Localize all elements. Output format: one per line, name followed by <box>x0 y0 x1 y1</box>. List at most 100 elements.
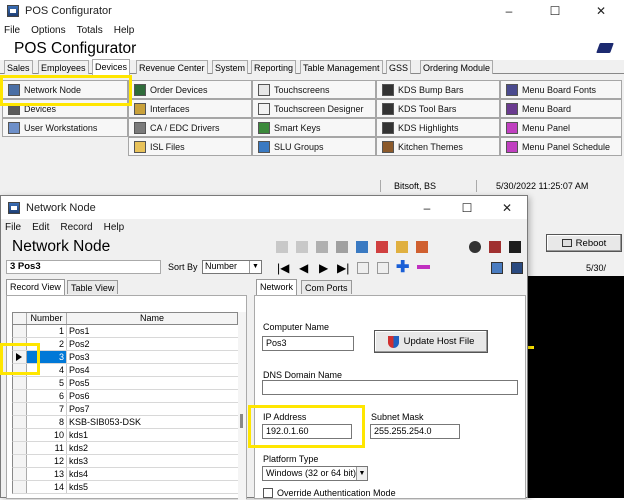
touchscreens-button[interactable]: Touchscreens <box>252 80 376 99</box>
menu-panel-button[interactable]: Menu Panel <box>500 118 622 137</box>
order-devices-button[interactable]: Order Devices <box>128 80 252 99</box>
scrollbar-thumb[interactable] <box>240 414 243 428</box>
tab-system[interactable]: System <box>212 60 249 74</box>
kds-tool-bars-button[interactable]: KDS Tool Bars <box>376 99 500 118</box>
list-scrollbar[interactable] <box>238 312 246 500</box>
table-row[interactable]: 5 Pos5 <box>12 377 238 390</box>
clipboard-icon[interactable] <box>396 241 408 253</box>
status-user: Bitsoft, BS <box>394 181 437 191</box>
override-authentication-checkbox[interactable] <box>263 488 273 498</box>
next-record-button[interactable]: ▶ <box>319 261 328 275</box>
tab-devices[interactable]: Devices <box>92 59 131 75</box>
tools-icon[interactable] <box>416 241 428 253</box>
app-icon <box>8 201 20 214</box>
smart-keys-button[interactable]: Smart Keys <box>252 118 376 137</box>
sort-by-select[interactable]: Number ▼ <box>202 260 262 274</box>
menu-record[interactable]: Record <box>60 222 92 233</box>
menu-panel-icon <box>506 121 518 134</box>
add-record-icon[interactable]: ✚ <box>396 257 409 277</box>
tab-sales[interactable]: Sales <box>4 60 33 74</box>
tab-com-ports[interactable]: Com Ports <box>301 280 352 294</box>
copy-record-icon[interactable] <box>296 241 308 253</box>
kds-bump-bars-button[interactable]: KDS Bump Bars <box>376 80 500 99</box>
close-button[interactable]: ✕ <box>487 201 527 215</box>
table-row[interactable]: 3 Pos3 <box>12 351 238 364</box>
table-row[interactable]: 12 kds3 <box>12 455 238 468</box>
ca-edc-drivers-button[interactable]: CA / EDC Drivers <box>128 118 252 137</box>
printer-icon[interactable] <box>596 43 614 53</box>
table-row[interactable]: 1 Pos1 <box>12 325 238 338</box>
close-button[interactable]: ✕ <box>578 4 624 18</box>
tab-table-view[interactable]: Table View <box>67 280 119 294</box>
kds-highlights-button[interactable]: KDS Highlights <box>376 118 500 137</box>
table-row[interactable]: 11 kds2 <box>12 442 238 455</box>
cell-name: Pos7 <box>69 404 90 414</box>
delete-icon[interactable] <box>336 241 348 253</box>
network-icon[interactable] <box>511 262 523 274</box>
menu-board-button[interactable]: Menu Board <box>500 99 622 118</box>
cell-number: 13 <box>27 468 67 480</box>
import-icon[interactable] <box>376 241 388 253</box>
menu-panel-schedule-button[interactable]: Menu Panel Schedule <box>500 137 622 156</box>
maximize-button[interactable]: ☐ <box>532 4 578 18</box>
column-header-name[interactable]: Name <box>67 313 237 324</box>
last-record-button[interactable]: ▶| <box>337 261 349 275</box>
table-row[interactable]: 10 kds1 <box>12 429 238 442</box>
table-row[interactable]: 8 KSB-SIB053-DSK <box>12 416 238 429</box>
reboot-button[interactable]: Reboot <box>546 234 622 252</box>
remove-record-icon[interactable] <box>417 265 430 269</box>
help-cursor-icon[interactable] <box>509 241 521 253</box>
minimize-button[interactable]: – <box>486 4 532 18</box>
computer-name-field[interactable]: Pos3 <box>262 336 354 351</box>
tab-table-management[interactable]: Table Management <box>300 60 383 74</box>
menu-edit[interactable]: Edit <box>32 222 49 233</box>
user-workstations-button[interactable]: User Workstations <box>2 118 128 137</box>
undo-icon[interactable] <box>377 262 389 274</box>
tab-ordering-module[interactable]: Ordering Module <box>420 60 494 74</box>
subnet-mask-field[interactable]: 255.255.254.0 <box>370 424 460 439</box>
interfaces-button[interactable]: Interfaces <box>128 99 252 118</box>
maximize-button[interactable]: ☐ <box>447 201 487 215</box>
menu-board-fonts-button[interactable]: Menu Board Fonts <box>500 80 622 99</box>
minimize-button[interactable]: – <box>407 201 447 215</box>
menu-file[interactable]: File <box>4 25 20 36</box>
previous-record-button[interactable]: ◀ <box>299 261 308 275</box>
tab-revenue-center[interactable]: Revenue Center <box>136 60 208 74</box>
tab-network[interactable]: Network <box>256 279 298 295</box>
menu-totals[interactable]: Totals <box>77 25 103 36</box>
link-icon[interactable] <box>316 241 328 253</box>
ca-edc-drivers-icon <box>134 121 146 134</box>
table-row[interactable]: 13 kds4 <box>12 468 238 481</box>
tab-gss[interactable]: GSS <box>386 60 412 74</box>
menu-help[interactable]: Help <box>104 222 125 233</box>
tab-employees[interactable]: Employees <box>38 60 89 74</box>
table-row[interactable]: 2 Pos2 <box>12 338 238 351</box>
touchscreen-designer-button[interactable]: Touchscreen Designer <box>252 99 376 118</box>
kitchen-themes-button[interactable]: Kitchen Themes <box>376 137 500 156</box>
first-record-button[interactable]: |◀ <box>277 261 289 275</box>
export-icon[interactable] <box>356 241 368 253</box>
isl-files-button[interactable]: ISL Files <box>128 137 252 156</box>
platform-type-select[interactable]: Windows (32 or 64 bit) ▼ <box>262 466 368 481</box>
menu-file[interactable]: File <box>5 222 21 233</box>
binoculars-icon[interactable] <box>469 241 481 253</box>
override-authentication-label: Override Authentication Mode <box>277 488 396 498</box>
books-icon[interactable] <box>489 241 501 253</box>
table-row[interactable]: 7 Pos7 <box>12 403 238 416</box>
tab-reporting[interactable]: Reporting <box>251 60 297 74</box>
dns-domain-field[interactable] <box>262 380 518 395</box>
table-row[interactable]: 4 Pos4 <box>12 364 238 377</box>
update-host-file-button[interactable]: Update Host File <box>374 330 488 353</box>
menu-options[interactable]: Options <box>31 25 65 36</box>
new-record-icon[interactable] <box>276 241 288 253</box>
tab-record-view[interactable]: Record View <box>6 279 65 295</box>
table-row[interactable]: 14 kds5 <box>12 481 238 494</box>
table-row[interactable]: 6 Pos6 <box>12 390 238 403</box>
menu-help[interactable]: Help <box>114 25 135 36</box>
screen-icon[interactable] <box>491 262 503 274</box>
slu-groups-button[interactable]: SLU Groups <box>252 137 376 156</box>
status-divider <box>380 180 381 192</box>
edit-icon[interactable] <box>357 262 369 274</box>
row-indicator <box>13 377 27 389</box>
column-header-number[interactable]: Number <box>27 313 67 324</box>
